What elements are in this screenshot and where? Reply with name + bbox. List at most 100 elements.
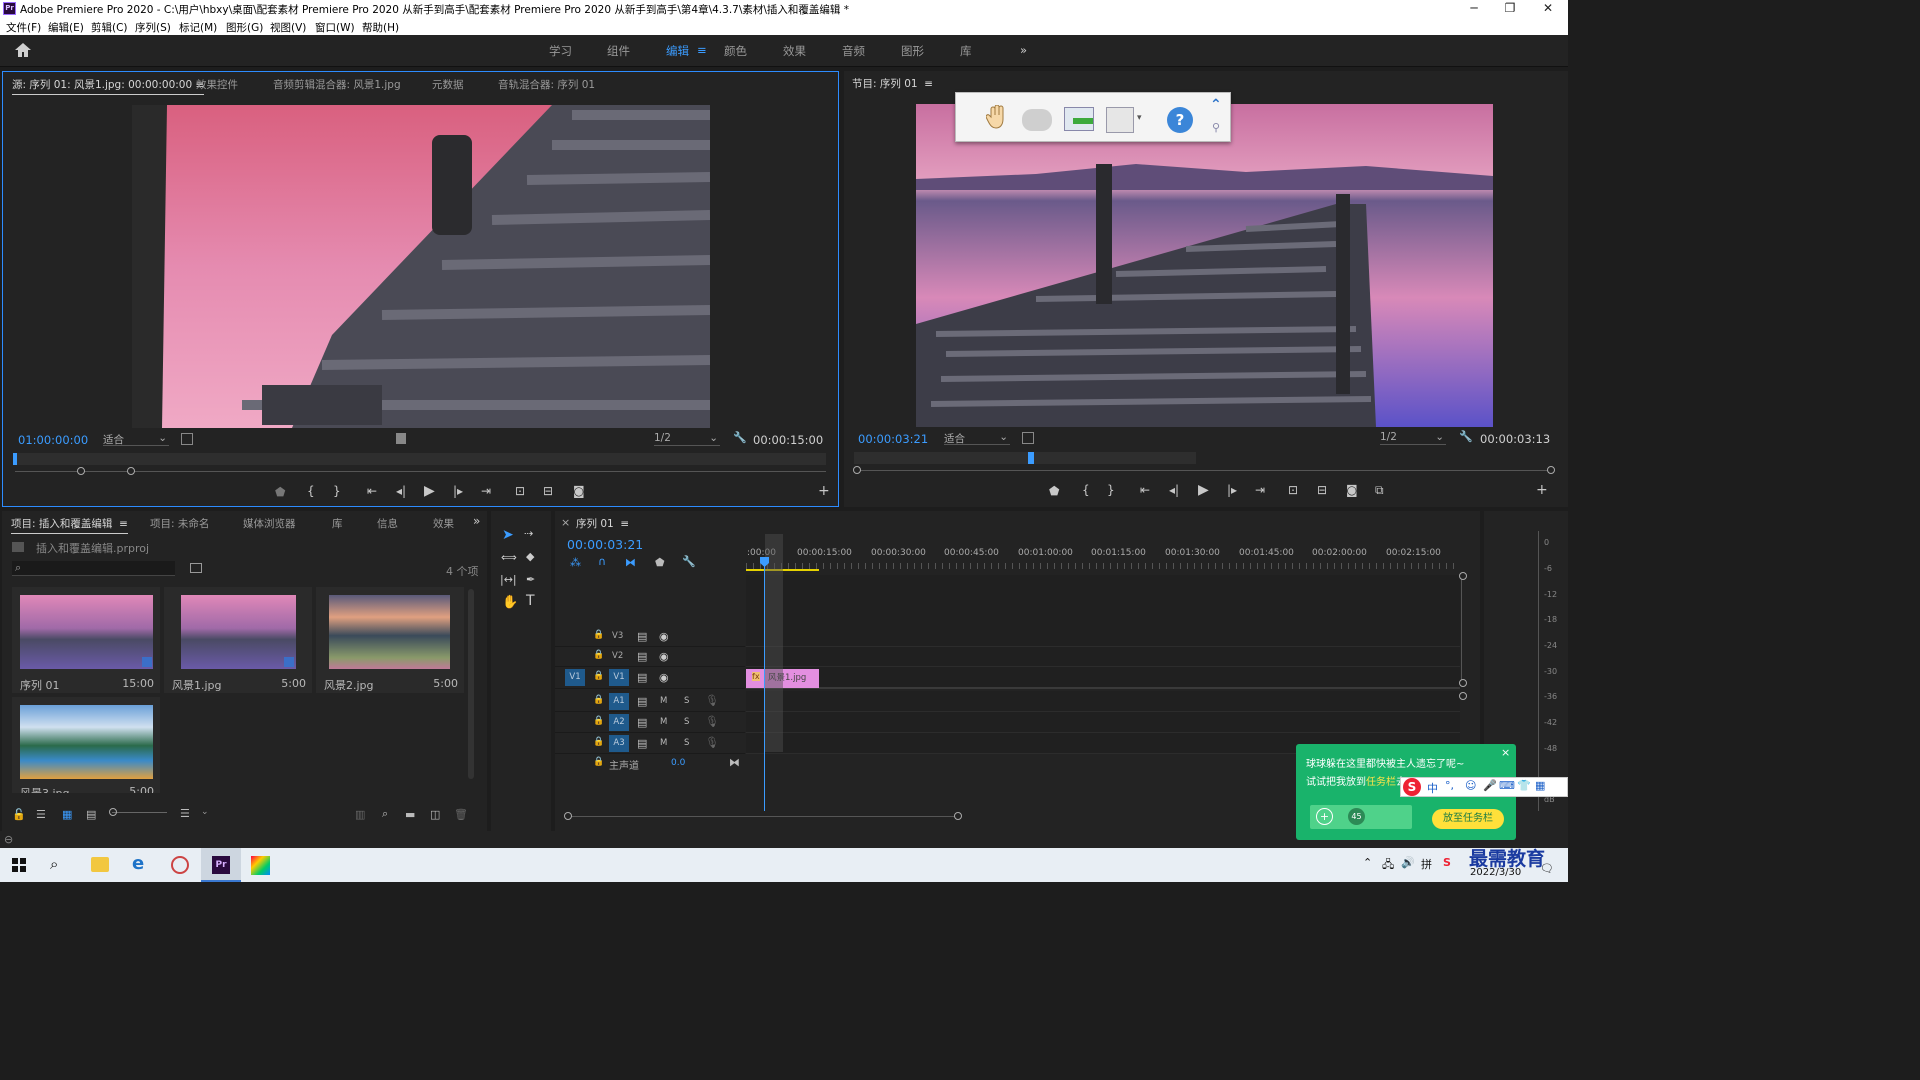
scroll-handle[interactable]: [1459, 679, 1467, 687]
workspace-audio[interactable]: 音频: [842, 43, 865, 59]
program-video-frame[interactable]: [916, 104, 1493, 427]
input-method-icon[interactable]: 拼: [1421, 856, 1432, 872]
trash-icon[interactable]: 🗑: [454, 808, 468, 821]
eye-icon[interactable]: ◉: [659, 671, 669, 684]
menu-view[interactable]: 视图(V): [270, 20, 306, 35]
program-timecode[interactable]: 00:00:03:21: [858, 432, 928, 446]
play-icon[interactable]: ▶: [424, 483, 435, 499]
lock-icon[interactable]: 🔒: [593, 716, 604, 726]
find-icon[interactable]: ⌕: [382, 807, 388, 821]
tab-media-browser[interactable]: 媒体浏览器: [243, 516, 296, 531]
popup-close-icon[interactable]: ×: [1501, 746, 1510, 759]
track-label[interactable]: V3: [612, 631, 623, 641]
track-lane-v2[interactable]: [746, 647, 1460, 667]
menu-help[interactable]: 帮助(H): [362, 20, 399, 35]
tab-info[interactable]: 信息: [377, 516, 398, 531]
new-item-icon[interactable]: ◫: [430, 808, 440, 821]
edge-icon[interactable]: e: [132, 853, 144, 874]
workspace-libraries[interactable]: 库: [960, 43, 972, 59]
pen-tool-icon[interactable]: ✒: [526, 573, 535, 586]
program-zoom-track[interactable]: [854, 470, 1554, 471]
workspace-menu-icon[interactable]: ≡: [697, 43, 707, 57]
keyboard-icon[interactable]: ⌨: [1499, 779, 1515, 792]
step-forward-icon[interactable]: |▸: [453, 484, 463, 498]
file-explorer-icon[interactable]: [91, 857, 109, 872]
chevron-down-icon[interactable]: ⌄: [201, 807, 209, 817]
timeline-timecode[interactable]: 00:00:03:21: [567, 537, 643, 552]
sync-lock-icon[interactable]: ▤: [637, 737, 647, 750]
track-label[interactable]: V2: [612, 651, 623, 661]
add-marker-icon[interactable]: ⬟: [1049, 484, 1059, 498]
snap-icon[interactable]: ∩: [598, 555, 606, 568]
mute-button[interactable]: M: [660, 717, 667, 727]
windows-start-icon[interactable]: [12, 858, 26, 872]
sogou-tray-icon[interactable]: S: [1443, 856, 1451, 869]
source-fit-dropdown[interactable]: 适合 ⌄: [103, 432, 169, 446]
insert-icon[interactable]: ⊡: [515, 484, 525, 498]
tab-effects[interactable]: 效果: [433, 516, 454, 531]
sync-lock-icon[interactable]: ▤: [637, 671, 647, 684]
tab-source[interactable]: 源: 序列 01: 风景1.jpg: 00:00:00:00 ≡: [12, 77, 205, 95]
lock-icon[interactable]: 🔒: [593, 695, 604, 705]
panel-menu-icon[interactable]: ≡: [924, 78, 933, 90]
source-export-icon[interactable]: [396, 433, 406, 444]
menu-clip[interactable]: 剪辑(C): [91, 20, 128, 35]
add-marker-icon[interactable]: ⬟: [655, 556, 665, 569]
new-bin-icon[interactable]: ▬: [405, 808, 415, 821]
panel-menu-icon[interactable]: ≡: [620, 518, 629, 530]
overwrite-icon[interactable]: ⊟: [543, 484, 553, 498]
lock-icon[interactable]: 🔓: [12, 808, 26, 821]
ripple-edit-tool-icon[interactable]: ⟺: [501, 551, 517, 564]
linked-selection-icon[interactable]: ⧓: [625, 556, 636, 569]
add-marker-icon[interactable]: ⬟: [275, 485, 285, 499]
zoom-handle-left[interactable]: [77, 467, 85, 475]
zoom-handle-right[interactable]: [127, 467, 135, 475]
go-to-in-icon[interactable]: ⇤: [367, 484, 377, 498]
track-lane-v1[interactable]: [746, 667, 1460, 689]
pin-icon[interactable]: ⚲: [1212, 121, 1220, 134]
panel-menu-icon[interactable]: ≡: [119, 518, 128, 530]
timeline-zoom-bar[interactable]: [567, 816, 959, 817]
volume-icon[interactable]: 🔊: [1401, 856, 1415, 869]
tab-project-untitled[interactable]: 项目: 未命名: [150, 516, 209, 531]
track-select-tool-icon[interactable]: ⇢: [524, 527, 533, 540]
skin-icon[interactable]: 👕: [1517, 779, 1531, 792]
track-lane-a1[interactable]: [746, 691, 1460, 712]
extract-icon[interactable]: ⊟: [1317, 483, 1327, 497]
screen-capture-icon[interactable]: [171, 856, 189, 874]
workspace-assembly[interactable]: 组件: [607, 43, 630, 59]
eye-icon[interactable]: ◉: [659, 630, 669, 643]
more-tabs-icon[interactable]: »: [473, 514, 480, 528]
freeform-view-icon[interactable]: ▤: [86, 808, 96, 821]
mark-in-icon[interactable]: {: [1082, 483, 1090, 497]
workspace-learn[interactable]: 学习: [549, 43, 572, 59]
zoom-handle-left[interactable]: [853, 466, 861, 474]
project-item-landscape3[interactable]: 风景3.jpg 5:00: [12, 697, 160, 793]
close-button[interactable]: ✕: [1528, 0, 1568, 18]
type-tool-icon[interactable]: T: [526, 593, 535, 609]
ime-language[interactable]: 中: [1427, 780, 1438, 796]
lock-icon[interactable]: 🔒: [593, 671, 604, 681]
time-ruler[interactable]: :00:00 00:00:15:00 00:00:30:00 00:00:45:…: [746, 544, 1460, 572]
camera-icon[interactable]: ◙: [1346, 483, 1358, 497]
workspace-effects[interactable]: 效果: [783, 43, 806, 59]
workspace-graphics[interactable]: 图形: [901, 43, 924, 59]
project-item-sequence[interactable]: 序列 01 15:00: [12, 587, 160, 693]
go-to-end-icon[interactable]: ⧓: [729, 756, 740, 769]
mark-out-icon[interactable]: }: [1107, 483, 1115, 497]
scroll-handle[interactable]: [1459, 572, 1467, 580]
go-to-out-icon[interactable]: ⇥: [481, 484, 491, 498]
solo-button[interactable]: S: [684, 717, 689, 727]
master-volume-value[interactable]: 0.0: [671, 758, 685, 768]
list-view-icon[interactable]: ☰: [36, 808, 46, 821]
new-bin-from-search-icon[interactable]: [190, 563, 202, 573]
sogou-icon[interactable]: S: [1403, 778, 1421, 796]
microphone-icon[interactable]: 🎙: [705, 736, 719, 749]
project-item-landscape1[interactable]: 风景1.jpg 5:00: [164, 587, 312, 693]
project-scrollbar[interactable]: [468, 589, 474, 779]
menu-sequence[interactable]: 序列(S): [135, 20, 171, 35]
track-lane-a2[interactable]: [746, 712, 1460, 733]
lock-icon[interactable]: 🔒: [593, 650, 604, 660]
lock-icon[interactable]: 🔒: [593, 757, 604, 767]
hand-icon[interactable]: [985, 104, 1008, 129]
